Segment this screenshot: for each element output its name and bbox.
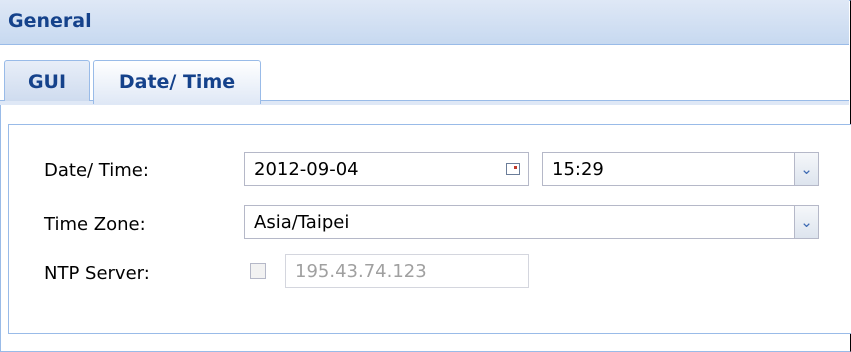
tab-gui[interactable]: GUI: [4, 60, 90, 101]
time-select[interactable]: 15:29 ⌄: [542, 152, 819, 186]
ntp-server-label: NTP Server:: [44, 263, 150, 284]
tab-date-time[interactable]: Date/ Time: [93, 60, 261, 104]
chevron-down-icon: ⌄: [800, 213, 813, 231]
ntp-server-input[interactable]: 195.43.74.123: [285, 254, 529, 288]
time-zone-value: Asia/Taipei: [254, 212, 350, 233]
ntp-server-value: 195.43.74.123: [295, 261, 427, 282]
time-zone-dropdown-button[interactable]: ⌄: [794, 206, 818, 238]
time-value: 15:29: [552, 159, 604, 180]
time-zone-label: Time Zone:: [44, 214, 146, 235]
date-input[interactable]: 2012-09-04: [244, 152, 529, 186]
time-zone-select[interactable]: Asia/Taipei ⌄: [244, 205, 819, 239]
date-value: 2012-09-04: [254, 159, 359, 180]
ntp-enable-checkbox[interactable]: [250, 263, 266, 279]
calendar-icon: [506, 163, 520, 175]
date-picker-button[interactable]: [498, 153, 528, 185]
chevron-down-icon: ⌄: [800, 160, 813, 178]
panel-header: General: [0, 0, 849, 45]
date-time-label: Date/ Time:: [44, 160, 149, 181]
time-dropdown-button[interactable]: ⌄: [794, 153, 818, 185]
panel-title: General: [8, 10, 92, 32]
